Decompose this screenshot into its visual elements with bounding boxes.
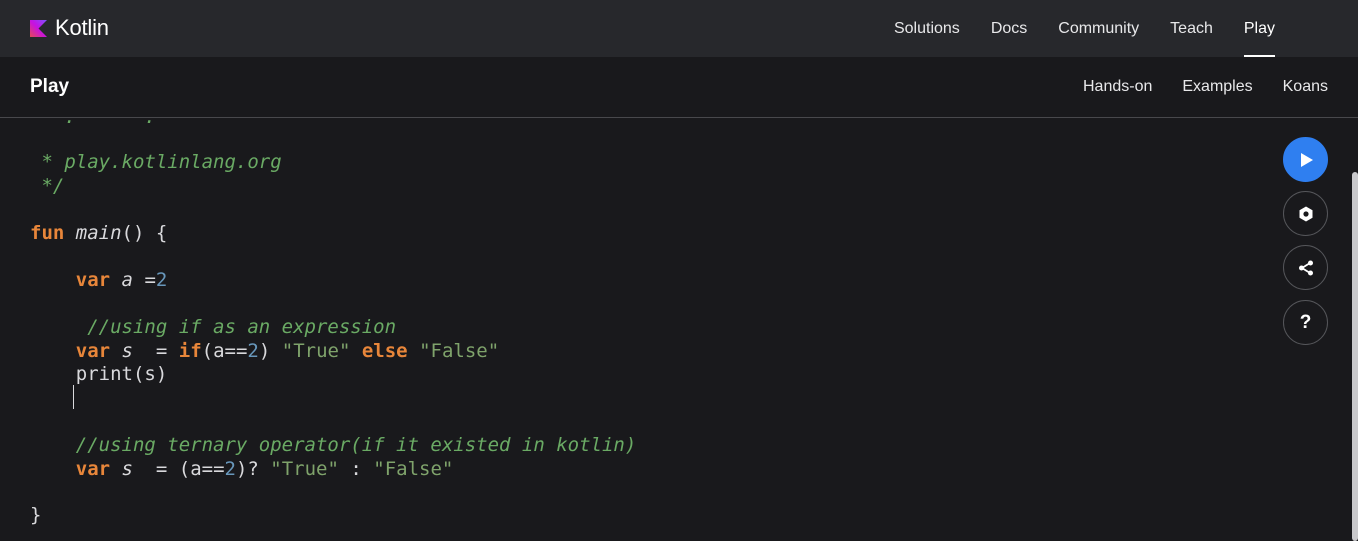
- settings-icon: [1299, 206, 1312, 221]
- code-line-7: print(s): [30, 362, 168, 386]
- code-line-partial: . .: [30, 118, 156, 129]
- brand-name: Kotlin: [55, 15, 109, 40]
- help-icon: ?: [1299, 311, 1312, 333]
- code-punct: :: [338, 458, 374, 480]
- code-line-6: var s = if(a==2) "True" else "False": [30, 339, 499, 363]
- string-literal: "False": [419, 340, 500, 362]
- code-line-4: var a =2: [30, 268, 168, 292]
- settings-button[interactable]: [1283, 191, 1328, 236]
- keyword-if: if: [178, 340, 202, 362]
- operator: =: [133, 269, 156, 291]
- share-button[interactable]: [1283, 245, 1328, 290]
- top-nav-bar: Kotlin Solutions Docs Community Teach Pl…: [0, 0, 1358, 57]
- identifier: s: [121, 458, 133, 480]
- code-line-1: * play.kotlinlang.org: [30, 151, 282, 173]
- nav-play[interactable]: Play: [1243, 0, 1276, 57]
- subnav-hands-on[interactable]: Hands-on: [1083, 78, 1152, 96]
- number-literal: 2: [224, 458, 236, 480]
- keyword-var: var: [75, 269, 111, 291]
- kotlin-logo[interactable]: Kotlin: [30, 15, 109, 41]
- keyword-var: var: [75, 458, 111, 480]
- identifier: s: [121, 340, 133, 362]
- code-punct: ): [258, 340, 282, 362]
- code-line-5: //using if as an expression: [30, 315, 396, 339]
- main-nav: Solutions Docs Community Teach Play: [863, 0, 1276, 57]
- code-line-8: //using ternary operator(if it existed i…: [30, 433, 637, 457]
- operator: =: [133, 340, 179, 362]
- print-call: print(s): [75, 363, 168, 385]
- code-punct: )?: [235, 458, 271, 480]
- comment: //using if as an expression: [87, 316, 397, 338]
- string-literal: "False": [373, 458, 454, 480]
- scrollbar-thumb[interactable]: [1352, 172, 1358, 541]
- code-line-9: var s = (a==2)? "True" : "False": [30, 457, 454, 481]
- run-button[interactable]: [1283, 137, 1328, 182]
- function-name: main: [75, 222, 122, 244]
- keyword-fun: fun: [30, 222, 65, 244]
- code-punct: () {: [121, 222, 168, 244]
- share-icon: [1298, 260, 1313, 275]
- run-icon: [1300, 152, 1313, 167]
- sub-header: Play Hands-on Examples Koans: [0, 57, 1358, 118]
- page-title: Play: [30, 76, 70, 97]
- code-editor[interactable]: . . * play.kotlinlang.org */ fun main() …: [0, 118, 1352, 541]
- kotlin-logo-icon: [30, 19, 47, 37]
- nav-docs[interactable]: Docs: [991, 0, 1027, 57]
- nav-teach[interactable]: Teach: [1170, 0, 1213, 57]
- keyword-else: else: [361, 340, 408, 362]
- code-line-10: }: [30, 504, 42, 526]
- subnav-examples[interactable]: Examples: [1182, 78, 1252, 96]
- number-literal: 2: [155, 269, 168, 291]
- help-button[interactable]: ?: [1283, 300, 1328, 345]
- keyword-var: var: [75, 340, 111, 362]
- number-literal: 2: [247, 340, 259, 362]
- nav-community[interactable]: Community: [1058, 0, 1139, 57]
- string-literal: "True": [270, 458, 339, 480]
- nav-solutions[interactable]: Solutions: [894, 0, 960, 57]
- sub-nav: Hands-on Examples Koans: [1053, 57, 1328, 117]
- text-cursor: [73, 385, 74, 409]
- code-line-3: fun main() {: [30, 221, 167, 245]
- code-line-2: */: [30, 175, 65, 197]
- subnav-koans[interactable]: Koans: [1283, 78, 1328, 96]
- string-literal: "True": [281, 340, 351, 362]
- code-punct: = (a==: [133, 458, 225, 480]
- comment: //using ternary operator(if it existed i…: [75, 434, 637, 456]
- identifier: a: [121, 269, 133, 291]
- code-punct: (a==: [201, 340, 248, 362]
